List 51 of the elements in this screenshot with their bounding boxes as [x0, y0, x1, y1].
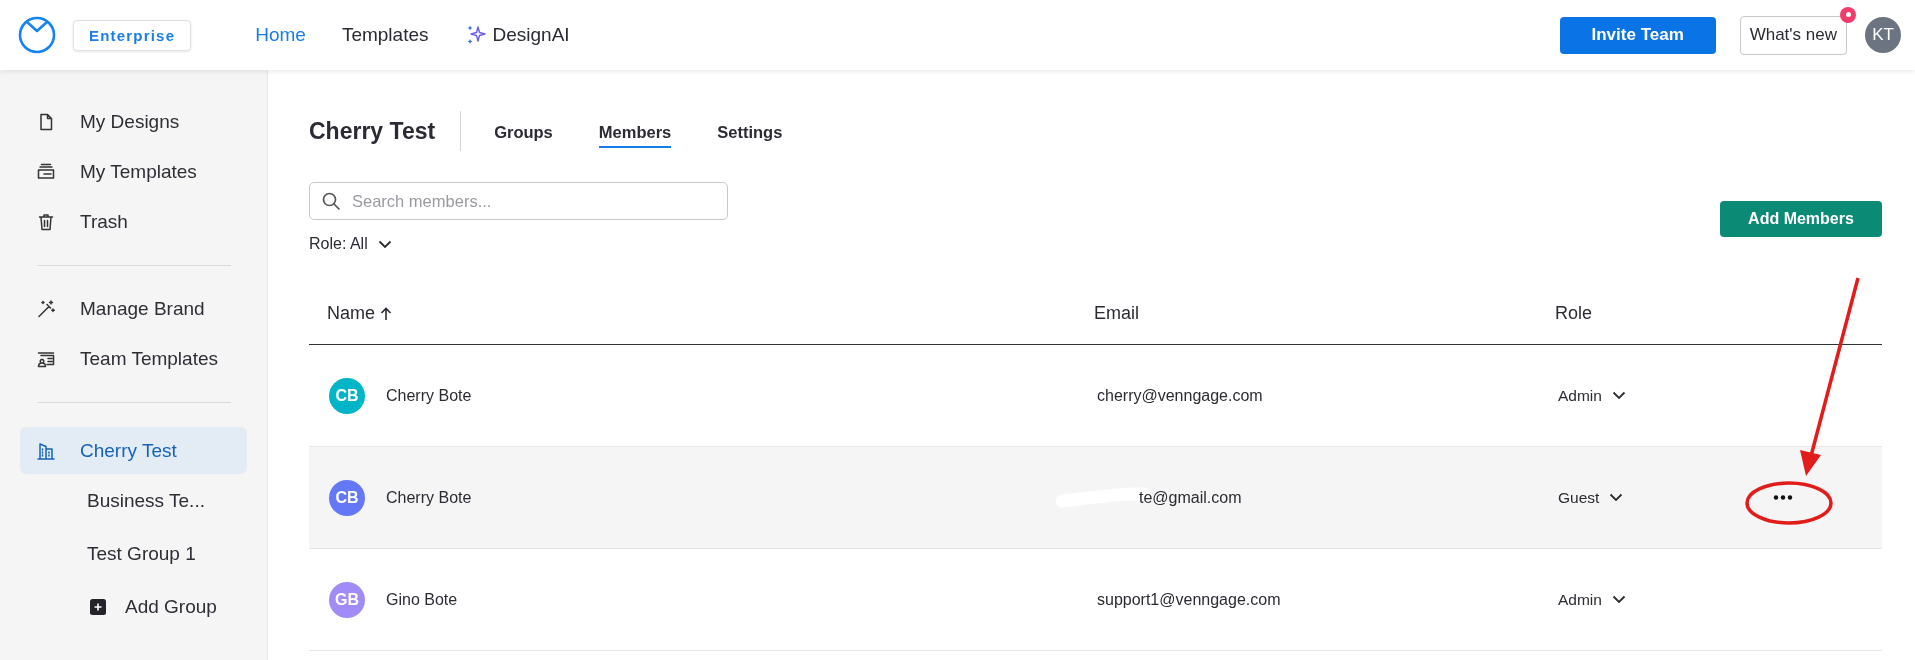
- whats-new-button[interactable]: What's new: [1739, 15, 1847, 55]
- chevron-down-icon: [1611, 595, 1626, 604]
- member-email: support1@venngage.com: [1097, 590, 1281, 609]
- search-icon: [321, 191, 341, 211]
- sidebar-item[interactable]: Trash: [0, 197, 267, 247]
- tab[interactable]: Groups: [494, 114, 553, 148]
- role-dropdown[interactable]: Guest: [1555, 487, 1630, 508]
- building-icon: [36, 440, 56, 461]
- nav-link[interactable]: DesignAI: [492, 24, 570, 46]
- template-icon: [36, 162, 56, 182]
- role-filter-dropdown[interactable]: Role: All: [309, 232, 392, 256]
- team-template-icon: [36, 349, 56, 369]
- member-email: te@gmail.com: [1139, 488, 1242, 507]
- nav-link[interactable]: Home: [255, 24, 306, 46]
- role-dropdown[interactable]: Admin: [1555, 589, 1632, 610]
- plan-badge: Enterprise: [73, 19, 192, 51]
- plus-icon: [90, 598, 106, 615]
- member-avatar: CB: [329, 377, 365, 414]
- sidebar-subitem[interactable]: Business Te...: [0, 474, 267, 527]
- add-group-link[interactable]: Add Group: [0, 580, 267, 633]
- member-email: cherry@venngage.com: [1097, 386, 1263, 405]
- user-avatar[interactable]: KT: [1865, 17, 1901, 53]
- team-title: Cherry Test: [309, 117, 436, 145]
- sidebar-subitem[interactable]: Test Group 1: [0, 527, 267, 580]
- trash-icon: [36, 212, 56, 232]
- member-avatar: CB: [329, 479, 365, 516]
- column-header[interactable]: Name: [327, 303, 392, 324]
- add-members-button[interactable]: Add Members: [1720, 201, 1882, 237]
- magic-wand-icon: [36, 299, 56, 319]
- logo-icon[interactable]: [18, 16, 56, 54]
- role-dropdown[interactable]: Admin: [1555, 385, 1632, 406]
- member-name: Cherry Bote: [386, 386, 472, 405]
- tab[interactable]: Members: [598, 114, 672, 148]
- sidebar-item[interactable]: My Templates: [0, 147, 267, 197]
- chevron-down-icon: [1609, 493, 1624, 502]
- member-avatar: GB: [329, 581, 365, 618]
- member-name: Cherry Bote: [386, 488, 472, 507]
- search-field[interactable]: Search members...: [309, 182, 728, 220]
- chevron-down-icon: [1611, 391, 1626, 400]
- tab[interactable]: Settings: [717, 114, 783, 148]
- chevron-down-icon: [377, 239, 392, 249]
- column-header[interactable]: Role: [1555, 303, 1593, 324]
- invite-team-button[interactable]: Invite Team: [1559, 16, 1716, 54]
- nav-link[interactable]: Templates: [341, 24, 429, 46]
- member-name: Gino Bote: [386, 590, 458, 609]
- sidebar-item[interactable]: Team Templates: [0, 334, 267, 384]
- column-header[interactable]: Email: [1094, 303, 1139, 324]
- sidebar-item[interactable]: My Designs: [0, 97, 267, 147]
- sidebar-item[interactable]: Manage Brand: [0, 284, 267, 334]
- more-icon: [1773, 495, 1793, 500]
- sidebar-item[interactable]: Cherry Test: [20, 427, 247, 474]
